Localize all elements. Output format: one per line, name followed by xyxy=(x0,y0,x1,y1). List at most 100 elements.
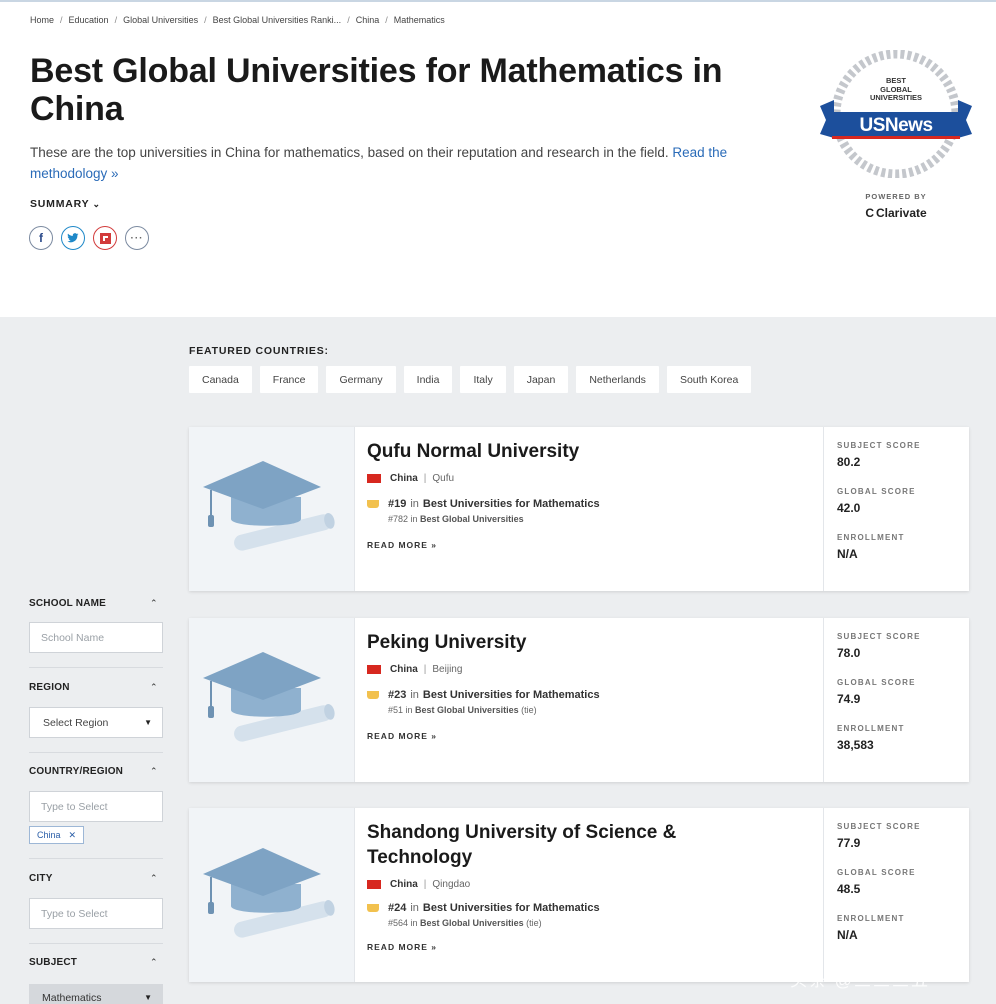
global-rank-list[interactable]: Best Global Universities xyxy=(420,918,524,928)
subject-rank-position: #19 xyxy=(388,498,407,510)
graduation-cap-icon xyxy=(203,848,335,938)
watermark: 头条 @三三三五 xyxy=(790,971,930,990)
badge-line3: UNIVERSITIES xyxy=(869,93,923,102)
enrollment-value: N/A xyxy=(837,547,858,561)
breadcrumb-separator: / xyxy=(60,15,63,25)
filter-divider xyxy=(29,858,163,859)
region-select[interactable]: Select Region ▼ xyxy=(29,707,163,738)
featured-countries-label: FEATURED COUNTRIES: xyxy=(189,345,329,357)
subject-rank: #24 in Best Universities for Mathematics xyxy=(367,902,747,914)
country-chip-india[interactable]: India xyxy=(403,366,453,393)
enrollment-value: N/A xyxy=(837,928,858,942)
subject-rank-list[interactable]: Best Universities for Mathematics xyxy=(423,902,600,914)
top-accent-line xyxy=(0,0,996,2)
city-input[interactable]: Type to Select xyxy=(29,898,163,929)
chevron-up-icon[interactable]: ⌃ xyxy=(150,873,158,884)
university-name[interactable]: Qufu Normal University xyxy=(367,439,817,464)
breadcrumb-education[interactable]: Education xyxy=(69,15,109,25)
location-separator: | xyxy=(423,879,427,890)
global-rank-position: #564 xyxy=(388,918,409,928)
breadcrumb-china[interactable]: China xyxy=(356,15,380,25)
filter-divider xyxy=(29,752,163,753)
subject-score-value: 77.9 xyxy=(837,836,861,850)
university-scores: SUBJECT SCORE 78.0 GLOBAL SCORE 74.9 ENR… xyxy=(823,618,969,782)
graduation-cap-icon xyxy=(203,461,335,551)
trophy-icon xyxy=(367,904,379,912)
breadcrumb-home[interactable]: Home xyxy=(30,15,54,25)
university-country: China xyxy=(390,664,418,675)
summary-toggle[interactable]: SUMMARY ⌄ xyxy=(30,198,101,210)
university-country: China xyxy=(390,473,418,484)
subject-rank-list[interactable]: Best Universities for Mathematics xyxy=(423,689,600,701)
subject-select-value: Mathematics xyxy=(42,992,102,1004)
university-image xyxy=(189,427,355,591)
chevron-up-icon[interactable]: ⌃ xyxy=(150,957,158,968)
university-location: China | Qingdao xyxy=(367,879,747,890)
location-separator: | xyxy=(423,664,427,675)
university-name[interactable]: Peking University xyxy=(367,630,817,655)
country-chip-france[interactable]: France xyxy=(259,366,319,393)
university-card[interactable]: Shandong University of Science & Technol… xyxy=(189,808,969,982)
subject-select[interactable]: Mathematics ▼ xyxy=(29,984,163,1004)
read-more-link[interactable]: READ MORE » xyxy=(367,731,817,741)
clarivate-logo: C Clarivate xyxy=(830,206,962,220)
rank-in-word: in xyxy=(410,902,419,914)
global-score-label: GLOBAL SCORE xyxy=(837,487,916,496)
read-more-link[interactable]: READ MORE » xyxy=(367,540,817,550)
facebook-icon[interactable]: f xyxy=(29,226,53,250)
chevron-up-icon[interactable]: ⌃ xyxy=(150,682,158,693)
trophy-icon xyxy=(367,500,379,508)
read-more-link[interactable]: READ MORE » xyxy=(367,942,747,952)
breadcrumb: Home / Education / Global Universities / Best … xyxy=(30,15,445,25)
chevron-up-icon[interactable]: ⌃ xyxy=(150,598,158,609)
featured-countries: Canada France Germany India Italy Japan … xyxy=(189,366,752,393)
rank-in-word: in xyxy=(410,689,419,701)
global-rank-list[interactable]: Best Global Universities xyxy=(415,705,519,715)
flipboard-icon[interactable] xyxy=(93,226,117,250)
country-chip-canada[interactable]: Canada xyxy=(189,366,252,393)
global-rank-position: #782 xyxy=(388,514,409,524)
tag-label: China xyxy=(37,830,61,840)
subject-rank-list[interactable]: Best Universities for Mathematics xyxy=(423,498,600,510)
country-region-input[interactable]: Type to Select xyxy=(29,791,163,822)
chevron-down-icon: ⌄ xyxy=(92,199,101,209)
summary-label: SUMMARY xyxy=(30,198,90,210)
subject-score-label: SUBJECT SCORE xyxy=(837,822,921,831)
intro-text: These are the top universities in China … xyxy=(30,145,669,160)
breadcrumb-separator: / xyxy=(204,15,207,25)
breadcrumb-global-universities[interactable]: Global Universities xyxy=(123,15,198,25)
selected-country-tag[interactable]: China ✕ xyxy=(29,826,85,844)
global-rank-list[interactable]: Best Global Universities xyxy=(420,514,524,524)
filter-divider xyxy=(29,943,163,944)
country-chip-italy[interactable]: Italy xyxy=(460,366,506,393)
global-rank: #51 in Best Global Universities (tie) xyxy=(388,705,537,715)
school-name-input[interactable]: School Name xyxy=(29,622,163,653)
university-location: China | Qufu xyxy=(367,473,817,484)
page-intro: These are the top universities in China … xyxy=(30,142,790,184)
twitter-icon[interactable] xyxy=(61,226,85,250)
country-chip-japan[interactable]: Japan xyxy=(513,366,569,393)
enrollment-label: ENROLLMENT xyxy=(837,724,905,733)
breadcrumb-rankings[interactable]: Best Global Universities Ranki... xyxy=(213,15,342,25)
university-info: Shandong University of Science & Technol… xyxy=(367,820,747,952)
subject-rank-position: #24 xyxy=(388,902,407,914)
enrollment-label: ENROLLMENT xyxy=(837,533,905,542)
chevron-up-icon[interactable]: ⌃ xyxy=(150,766,158,777)
close-icon[interactable]: ✕ xyxy=(69,830,77,841)
subject-score-value: 78.0 xyxy=(837,646,861,660)
country-chip-germany[interactable]: Germany xyxy=(326,366,396,393)
badge-brand: USNews xyxy=(859,115,933,136)
university-card[interactable]: Qufu Normal University China | Qufu #19 … xyxy=(189,427,969,591)
china-flag-icon xyxy=(367,474,381,483)
rank-in-word: in xyxy=(410,498,419,510)
more-icon[interactable]: ··· xyxy=(125,226,149,250)
china-flag-icon xyxy=(367,665,381,674)
country-chip-south-korea[interactable]: South Korea xyxy=(666,366,752,393)
university-card[interactable]: Peking University China | Beijing #23 in… xyxy=(189,618,969,782)
university-name[interactable]: Shandong University of Science & Technol… xyxy=(367,820,747,870)
country-chip-netherlands[interactable]: Netherlands xyxy=(576,366,659,393)
university-image xyxy=(189,618,355,782)
caret-down-icon: ▼ xyxy=(144,993,152,1002)
breadcrumb-separator: / xyxy=(385,15,388,25)
breadcrumb-mathematics[interactable]: Mathematics xyxy=(394,15,445,25)
